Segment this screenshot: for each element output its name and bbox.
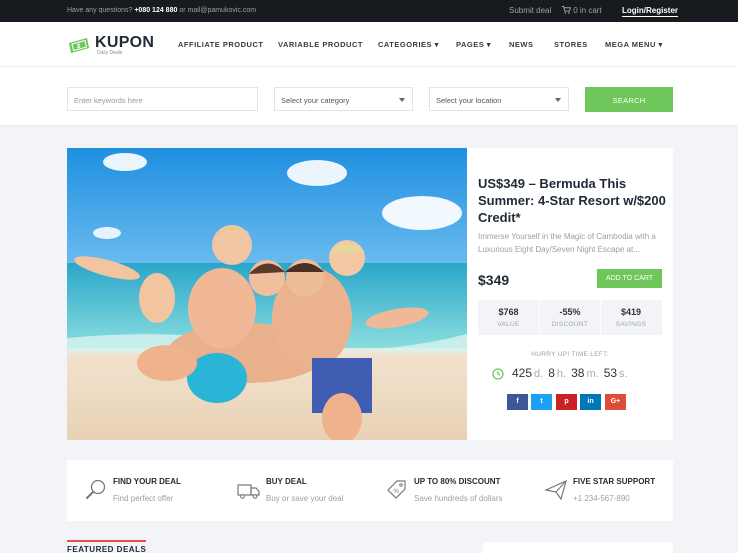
feature-subtitle: +1 234-567-890 <box>573 494 630 503</box>
stat-value-label: VALUE <box>497 321 520 328</box>
submit-deal-link[interactable]: Submit deal <box>509 6 551 15</box>
timer-hours: 8 <box>548 366 555 380</box>
feature-find-deal: FIND YOUR DEAL Find perfect offer <box>84 460 214 521</box>
featured-deal-card: US$349 – Bermuda This Summer: 4-Star Res… <box>67 148 673 440</box>
contact-or: or <box>179 7 186 14</box>
timer-hours-unit: h. <box>556 368 567 380</box>
stat-savings-amount: $419 <box>620 307 642 317</box>
cart-link[interactable]: 0 in cart <box>562 6 602 15</box>
logo-tagline: Daily Deals <box>97 50 123 56</box>
feature-title: FIND YOUR DEAL <box>113 477 181 486</box>
stat-discount: -55% DISCOUNT <box>539 300 600 335</box>
feature-buy-deal: BUY DEAL Buy or save your deal <box>237 460 367 521</box>
nav-variable-product[interactable]: VARIABLE PRODUCT <box>278 40 363 49</box>
timer-days-unit: d. <box>534 368 544 380</box>
nav-mega-menu[interactable]: MEGA MENU ▾ <box>605 40 663 49</box>
stat-discount-label: DISCOUNT <box>551 321 589 328</box>
category-select[interactable]: Select your category <box>274 87 413 111</box>
feature-discount: % UP TO 80% DISCOUNT Save hundreds of do… <box>385 460 525 521</box>
clock-icon <box>492 368 504 380</box>
location-select-value: Select your location <box>436 96 502 105</box>
paper-plane-icon <box>544 479 567 501</box>
twitter-share-button[interactable]: t <box>531 394 552 410</box>
feature-subtitle: Save hundreds of dollars <box>414 494 503 503</box>
contact-info: Have any questions? +080 124 880 or mail… <box>67 7 256 14</box>
feature-title: FIVE STAR SUPPORT <box>573 477 656 486</box>
search-icon <box>85 479 106 500</box>
sidebar-box <box>483 542 673 553</box>
category-select-value: Select your category <box>281 96 350 105</box>
feature-title: BUY DEAL <box>266 477 307 486</box>
svg-text:%: % <box>394 489 400 495</box>
nav-pages[interactable]: PAGES ▾ <box>456 40 491 49</box>
tag-icon: % <box>387 480 406 499</box>
features-strip: FIND YOUR DEAL Find perfect offer BUY DE… <box>67 460 673 521</box>
deal-description: Immerse Yourself in the Magic of Cambodi… <box>478 232 656 254</box>
truck-icon <box>237 484 260 499</box>
nav-affiliate-product[interactable]: AFFILIATE PRODUCT <box>178 40 263 49</box>
timer-days: 425 <box>512 366 533 380</box>
contact-question: Have any questions? <box>67 7 133 14</box>
deal-details: US$349 – Bermuda This Summer: 4-Star Res… <box>467 148 673 440</box>
timer-seconds-unit: s. <box>619 368 628 380</box>
facebook-share-button[interactable]: f <box>507 394 528 410</box>
contact-phone[interactable]: +080 124 880 <box>134 7 177 14</box>
deal-photo[interactable] <box>67 148 467 440</box>
stat-value: $768 VALUE <box>478 300 539 335</box>
timer-minutes: 38 <box>571 366 585 380</box>
linkedin-share-button[interactable]: in <box>580 394 601 410</box>
stat-discount-amount: -55% <box>559 307 581 317</box>
location-select[interactable]: Select your location <box>429 87 569 111</box>
feature-subtitle: Find perfect offer <box>113 494 174 503</box>
chevron-down-icon <box>555 98 561 102</box>
deal-title[interactable]: US$349 – Bermuda This Summer: 4-Star Res… <box>478 175 668 226</box>
beach-family-image <box>67 148 467 440</box>
nav-categories[interactable]: CATEGORIES ▾ <box>378 40 439 49</box>
stat-value-amount: $768 <box>498 307 519 317</box>
main-header: $ KUPON Daily Deals AFFILIATE PRODUCT VA… <box>0 22 738 67</box>
search-button[interactable]: SEARCH <box>585 87 673 112</box>
timer-seconds: 53 <box>603 366 618 380</box>
stat-savings: $419 SAVINGS <box>600 300 661 335</box>
deal-stats: $768 VALUE -55% DISCOUNT $419 SAVINGS <box>478 300 662 335</box>
add-to-cart-button[interactable]: ADD TO CART <box>597 269 662 288</box>
feature-title: UP TO 80% DISCOUNT <box>414 477 501 486</box>
chevron-down-icon <box>399 98 405 102</box>
nav-news[interactable]: NEWS <box>509 40 534 49</box>
featured-deals-heading: FEATURED DEALS <box>67 540 147 553</box>
keywords-input[interactable]: Enter keywords here <box>67 87 258 111</box>
time-left-label: HURRY UP! TIME LEFT: <box>531 351 609 358</box>
contact-email[interactable]: mail@pamukovic.com <box>188 7 257 14</box>
timer-minutes-unit: m. <box>586 368 599 380</box>
feature-support: FIVE STAR SUPPORT +1 234-567-890 <box>544 460 669 521</box>
nav-stores[interactable]: STORES <box>554 40 588 49</box>
cart-count: 0 in cart <box>573 6 602 15</box>
top-bar: Have any questions? +080 124 880 or mail… <box>0 0 738 22</box>
search-bar: Enter keywords here Select your category… <box>0 67 738 126</box>
pinterest-share-button[interactable]: p <box>556 394 577 410</box>
login-register-link[interactable]: Login/Register <box>622 6 679 17</box>
ticket-logo-icon: $ <box>69 38 89 53</box>
feature-subtitle: Buy or save your deal <box>266 494 344 503</box>
google-plus-share-button[interactable]: G+ <box>605 394 626 410</box>
stat-savings-label: SAVINGS <box>615 321 647 328</box>
deal-price: $349 <box>478 272 510 288</box>
cart-icon <box>562 6 572 14</box>
